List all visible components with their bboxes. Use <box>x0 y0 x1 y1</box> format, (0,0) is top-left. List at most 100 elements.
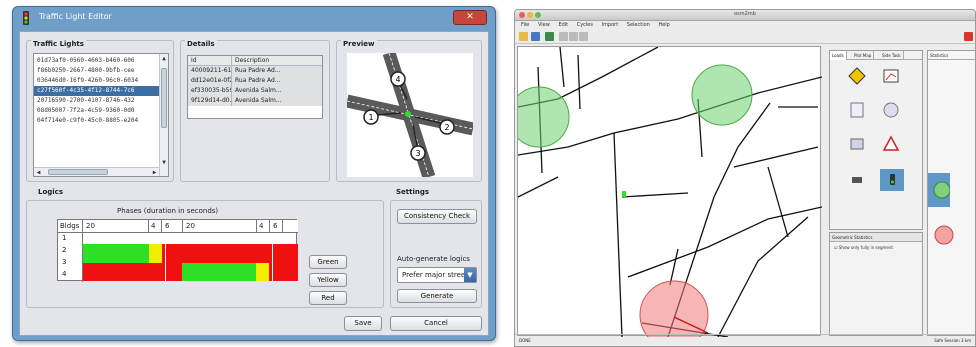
car-icon[interactable] <box>848 171 866 189</box>
editor-client-area: Traffic Lights 01d73af0-0560-4603-b460-6… <box>19 31 489 336</box>
scroll-thumb[interactable] <box>161 68 167 128</box>
zoom-fit-icon[interactable] <box>579 32 588 41</box>
scroll-up-icon[interactable]: ▲ <box>160 54 168 63</box>
table-header: Id Description <box>188 56 322 66</box>
list-item[interactable]: f86b0250-2667-4800-9bfb-cee <box>34 66 159 76</box>
tab-loads[interactable]: Loads <box>830 51 847 60</box>
list-item[interactable]: 20716590-2700-4107-8746-432 <box>34 96 159 106</box>
map-canvas[interactable] <box>515 46 823 346</box>
scroll-left-icon[interactable]: ◀ <box>34 168 43 176</box>
table-row[interactable]: 40009211-61e... Rua Padre Ad... <box>188 66 322 76</box>
divider <box>165 244 166 281</box>
side-panel-title: Statistics <box>928 51 975 60</box>
menu-selection[interactable]: Selection <box>627 22 650 28</box>
details-group: Details Id Description 40009211-61e... R… <box>180 40 330 182</box>
traffic-lights-list[interactable]: 01d73af0-0560-4603-b460-606 f86b0250-266… <box>33 53 169 177</box>
save-icon[interactable] <box>531 32 540 41</box>
tab-plot-map[interactable]: Plot Map <box>852 51 875 60</box>
checkbox-icon[interactable]: ☑ <box>834 245 838 250</box>
list-item[interactable]: 08d05007-7f2a-4c59-9360-0d0 <box>34 106 159 116</box>
green-region-marker[interactable] <box>515 86 570 148</box>
warning-triangle-icon[interactable] <box>882 135 900 153</box>
warning-sign-icon[interactable] <box>848 67 866 85</box>
chevron-down-icon[interactable]: ▼ <box>464 268 476 282</box>
traffic-light-editor-window: Traffic Light Editor ✕ Traffic Lights 01… <box>12 6 496 341</box>
details-title: Details <box>185 40 217 48</box>
tab-side-task[interactable]: Side Task <box>880 51 904 60</box>
menu-file[interactable]: File <box>521 22 529 28</box>
window-title: osm2mb <box>734 11 756 17</box>
save-button[interactable]: Save <box>344 316 382 331</box>
title-bar[interactable]: osm2mb <box>515 10 975 21</box>
status-right: Safe Session 3 km <box>934 338 971 343</box>
scroll-down-icon[interactable]: ▼ <box>160 158 168 167</box>
list-item[interactable]: 01d73af0-0560-4603-b460-606 <box>34 56 159 66</box>
marker-2-label: 2 <box>444 123 449 132</box>
table-row[interactable]: ef330035-b59... Avenida Salm... <box>188 86 322 96</box>
red-button[interactable]: Red <box>309 291 347 305</box>
cell-id: 9f129d14-d0... <box>188 96 232 106</box>
table-row[interactable]: dd12e01e-0f2... Rua Padre Ad... <box>188 76 322 86</box>
header-phase-2: 4 <box>151 222 156 230</box>
traffic-light-tool[interactable] <box>880 169 904 191</box>
strategy-select[interactable]: Prefer major streets ▼ <box>397 267 477 283</box>
menu-view[interactable]: View <box>538 22 550 28</box>
menu-help[interactable]: Help <box>658 22 669 28</box>
column-header-id[interactable]: Id <box>188 56 232 65</box>
document-icon[interactable] <box>848 101 866 119</box>
globe-icon[interactable] <box>545 32 554 41</box>
menu-edit[interactable]: Edit <box>558 22 568 28</box>
scroll-thumb[interactable] <box>48 169 108 175</box>
phase-block-yellow[interactable] <box>149 244 162 263</box>
marker-1-label: 1 <box>368 113 373 122</box>
zoom-in-icon[interactable] <box>559 32 568 41</box>
selected-marker-swatch[interactable] <box>928 173 951 207</box>
list-horizontal-scrollbar[interactable]: ◀ ▶ <box>34 167 159 176</box>
menu-bar: File View Edit Cycles Import Selection H… <box>515 21 975 30</box>
details-table[interactable]: Id Description 40009211-61e... Rua Padre… <box>187 55 323 119</box>
cell-description: Avenida Salm... <box>235 87 282 94</box>
green-region-marker[interactable] <box>691 64 753 126</box>
green-button[interactable]: Green <box>309 255 347 269</box>
zoom-out-icon[interactable] <box>569 32 578 41</box>
list-vertical-scrollbar[interactable]: ▲ ▼ <box>159 54 168 176</box>
divider <box>269 220 270 233</box>
strategy-value: Prefer major streets <box>402 271 472 279</box>
phase-block-green[interactable] <box>83 244 149 263</box>
chart-edit-icon[interactable] <box>882 67 900 85</box>
stop-icon[interactable] <box>964 32 973 41</box>
map-editor-window: osm2mb File View Edit Cycles Import Sele… <box>514 9 976 347</box>
title-bar[interactable]: Traffic Light Editor ✕ <box>13 7 495 29</box>
segment-checkbox-row[interactable]: ☑ Show only fully in segment <box>834 245 893 251</box>
phase-block-red[interactable] <box>269 263 298 281</box>
menu-cycles[interactable]: Cycles <box>577 22 593 28</box>
consistency-check-button[interactable]: Consistency Check <box>397 209 477 224</box>
cancel-button[interactable]: Cancel <box>390 316 482 331</box>
menu-import[interactable]: Import <box>602 22 619 28</box>
list-item[interactable]: 04f714e0-c9f0-45c0-8805-e204 <box>34 116 159 126</box>
generate-button[interactable]: Generate <box>397 289 477 303</box>
phase-block-green[interactable] <box>182 263 256 281</box>
traffic-light-node-icon[interactable] <box>622 191 626 197</box>
list-item[interactable]: 036446d0-16f9-4260-96c0-6034 <box>34 76 159 86</box>
divider <box>148 220 149 233</box>
tool-palette: Loads Plot Map Side Task <box>829 50 923 230</box>
scroll-right-icon[interactable]: ▶ <box>150 168 159 176</box>
open-folder-icon[interactable] <box>519 32 528 41</box>
phase-block-yellow[interactable] <box>256 263 269 281</box>
marker-3-label: 3 <box>415 149 420 158</box>
stack-icon[interactable] <box>848 135 866 153</box>
phase-grid[interactable]: Bldgs 20 4 6 20 4 6 1 2 3 4 <box>57 219 298 282</box>
column-header-description[interactable]: Description <box>232 56 322 65</box>
close-button[interactable]: ✕ <box>453 10 487 25</box>
list-item-selected[interactable]: c27f560f-4c35-4f12-8744-7c6 <box>34 86 159 96</box>
globe-grid-icon[interactable] <box>882 101 900 119</box>
header-phase-4: 20 <box>186 222 195 230</box>
row-label-2: 2 <box>62 246 67 254</box>
yellow-button[interactable]: Yellow <box>309 273 347 287</box>
phase-block-red[interactable] <box>182 244 298 263</box>
table-row[interactable]: 9f129d14-d0... Avenida Salm... <box>188 96 322 106</box>
segment-checkbox-label: Show only fully in segment <box>838 245 893 250</box>
phase-block-red[interactable] <box>83 263 149 281</box>
red-circle-icon[interactable] <box>932 223 956 247</box>
